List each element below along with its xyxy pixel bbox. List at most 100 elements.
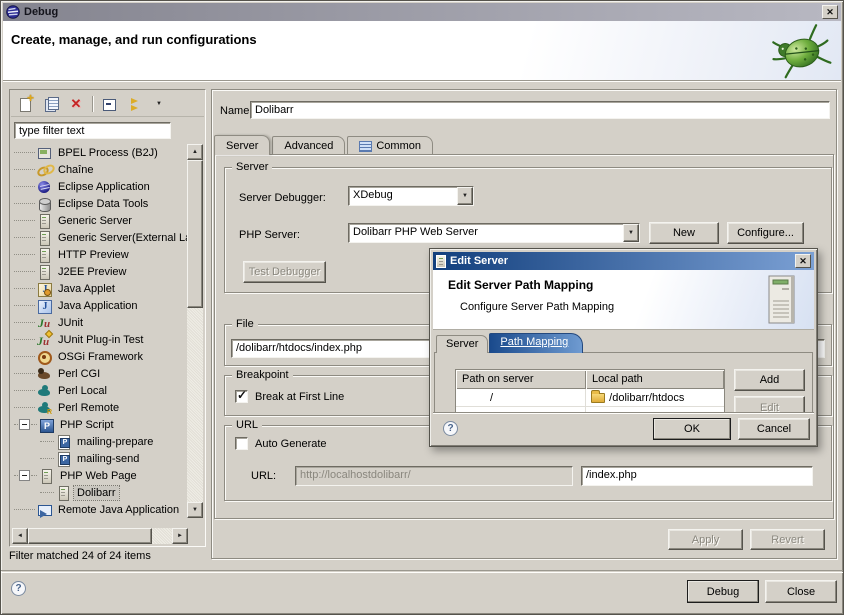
revert-button: Revert — [750, 529, 825, 550]
tree-item-php-web-page[interactable]: PHP Web Page — [12, 467, 188, 484]
expander-minus-icon[interactable] — [19, 419, 30, 430]
new-configuration-button[interactable] — [15, 94, 37, 114]
help-icon[interactable]: ? — [11, 581, 26, 596]
close-icon[interactable]: ✕ — [822, 5, 838, 19]
junit-icon — [36, 315, 52, 331]
tree-item-j2ee-preview[interactable]: J2EE Preview — [12, 263, 188, 280]
tree-item-osgi-framework[interactable]: OSGi Framework — [12, 348, 188, 365]
close-button[interactable]: Close — [765, 580, 837, 603]
tree-item-generic-server[interactable]: Generic Server — [12, 212, 188, 229]
vertical-scroll-thumb[interactable] — [187, 160, 203, 308]
debug-button[interactable]: Debug — [687, 580, 759, 603]
tree-item-junit-plug-in-test[interactable]: JUnit Plug-in Test — [12, 331, 188, 348]
name-field[interactable]: Dolibarr — [250, 101, 830, 119]
tab-advanced[interactable]: Advanced — [272, 136, 345, 155]
tree-item-php-script[interactable]: PHP Script — [12, 416, 188, 433]
tree-item-perl-cgi[interactable]: Perl CGI — [12, 365, 188, 382]
apply-button: Apply — [668, 529, 743, 550]
banner: Create, manage, and run configurations — [3, 21, 841, 81]
tree-item-bpel-process-b2j[interactable]: BPEL Process (B2J) — [12, 144, 188, 161]
tree-item-label: Perl Local — [55, 384, 110, 398]
scroll-down-icon[interactable]: ▼ — [187, 502, 203, 518]
filter-icon — [126, 96, 142, 112]
tab-server[interactable]: Server — [214, 135, 270, 155]
configurations-panel: ✕ ▼ type filter text BPEL Process (B2J)C… — [9, 89, 206, 547]
tree-item-label: PHP Web Page — [57, 469, 140, 483]
ok-button[interactable]: OK — [653, 418, 731, 440]
debug-window: Debug ✕ Create, manage, and run configur… — [0, 0, 844, 615]
bpel-icon — [36, 145, 52, 161]
page-title: Create, manage, and run configurations — [11, 32, 257, 47]
tree-item-label: JUnit Plug-in Test — [55, 333, 146, 347]
path-mapping-table: Path on server Local path //dolibarr/htd… — [455, 369, 725, 414]
perl-cgi-icon — [36, 366, 52, 382]
new-config-icon — [18, 96, 34, 112]
tree-item-label: Eclipse Application — [55, 180, 153, 194]
tree-item-eclipse-data-tools[interactable]: Eclipse Data Tools — [12, 195, 188, 212]
tree-item-java-application[interactable]: Java Application — [12, 297, 188, 314]
filter-button[interactable] — [123, 94, 145, 114]
path-mapping-tab-body: Path on server Local path //dolibarr/htd… — [434, 352, 813, 414]
edit-server-header: Edit Server Path Mapping Configure Serve… — [433, 270, 814, 330]
tree-item-junit[interactable]: JUnit — [12, 314, 188, 331]
footer-separator — [1, 570, 843, 572]
scroll-up-icon[interactable]: ▲ — [187, 144, 203, 160]
tree-item-eclipse-application[interactable]: Eclipse Application — [12, 178, 188, 195]
server-icon — [436, 255, 446, 268]
duplicate-configuration-button[interactable] — [40, 94, 62, 114]
tree-item-label: mailing-prepare — [74, 435, 156, 449]
server-tower-icon — [764, 274, 800, 329]
database-icon — [36, 196, 52, 212]
name-label: Name: — [220, 105, 252, 117]
tree-item-perl-remote[interactable]: RPerl Remote — [12, 399, 188, 416]
close-icon[interactable]: ✕ — [795, 254, 811, 268]
tree-item-perl-local[interactable]: Perl Local — [12, 382, 188, 399]
path-mapping-row[interactable]: //dolibarr/htdocs — [456, 389, 724, 407]
add-mapping-button[interactable]: Add — [734, 369, 805, 391]
filter-input[interactable]: type filter text — [14, 122, 171, 139]
tree-item-mailing-prepare[interactable]: mailing-prepare — [12, 433, 188, 450]
scroll-left-icon[interactable]: ◄ — [12, 528, 28, 544]
tree-item-remote-java-application[interactable]: Remote Java Application — [12, 501, 188, 518]
eclipse-app-icon — [36, 179, 52, 195]
tree-item-label: Eclipse Data Tools — [55, 197, 151, 211]
tree-item-label: mailing-send — [74, 452, 142, 466]
collapse-all-icon — [101, 96, 117, 112]
server-icon — [36, 213, 52, 229]
delete-configuration-button[interactable]: ✕ — [65, 94, 87, 114]
cancel-button[interactable]: Cancel — [738, 418, 810, 440]
tree-vertical-scrollbar[interactable]: ▲ ▼ — [187, 144, 203, 518]
tree-item-generic-server-external-la[interactable]: Generic Server(External La — [12, 229, 188, 246]
table-icon — [359, 141, 372, 152]
tree-horizontal-scrollbar[interactable]: ◄ ► — [12, 528, 188, 544]
tree-item-label: J2EE Preview — [55, 265, 129, 279]
tree-item-label: Perl CGI — [55, 367, 103, 381]
help-icon[interactable]: ? — [443, 421, 458, 436]
tree-item-java-applet[interactable]: Java Applet — [12, 280, 188, 297]
tab-common[interactable]: Common — [347, 136, 433, 155]
chain-icon — [36, 162, 52, 178]
tree-item-http-preview[interactable]: HTTP Preview — [12, 246, 188, 263]
window-title: Debug — [24, 6, 58, 18]
server-icon — [36, 247, 52, 263]
tree-item-label: Java Applet — [55, 282, 118, 296]
toolbar-separator — [92, 96, 93, 112]
tree-item-cha-ne[interactable]: Chaîne — [12, 161, 188, 178]
server-icon — [38, 468, 54, 484]
local-path-cell: /dolibarr/htdocs — [609, 392, 684, 404]
tab-server-settings[interactable]: Server — [436, 335, 488, 353]
edit-server-title: Edit Server — [450, 255, 508, 267]
dialog-button-bar: ? OK Cancel — [433, 412, 814, 444]
table-header-row: Path on server Local path — [456, 370, 724, 389]
title-bar: Debug ✕ — [3, 3, 841, 21]
tree-item-dolibarr[interactable]: Dolibarr — [12, 484, 188, 501]
tab-path-mapping[interactable]: Path Mapping — [489, 333, 583, 353]
java-icon — [36, 298, 52, 314]
collapse-all-button[interactable] — [98, 94, 120, 114]
tree-item-mailing-send[interactable]: mailing-send — [12, 450, 188, 467]
expander-minus-icon[interactable] — [19, 470, 30, 481]
horizontal-scroll-thumb[interactable] — [28, 528, 152, 544]
scroll-right-icon[interactable]: ► — [172, 528, 188, 544]
toolbar-menu-button[interactable]: ▼ — [148, 94, 170, 114]
server-icon — [36, 264, 52, 280]
